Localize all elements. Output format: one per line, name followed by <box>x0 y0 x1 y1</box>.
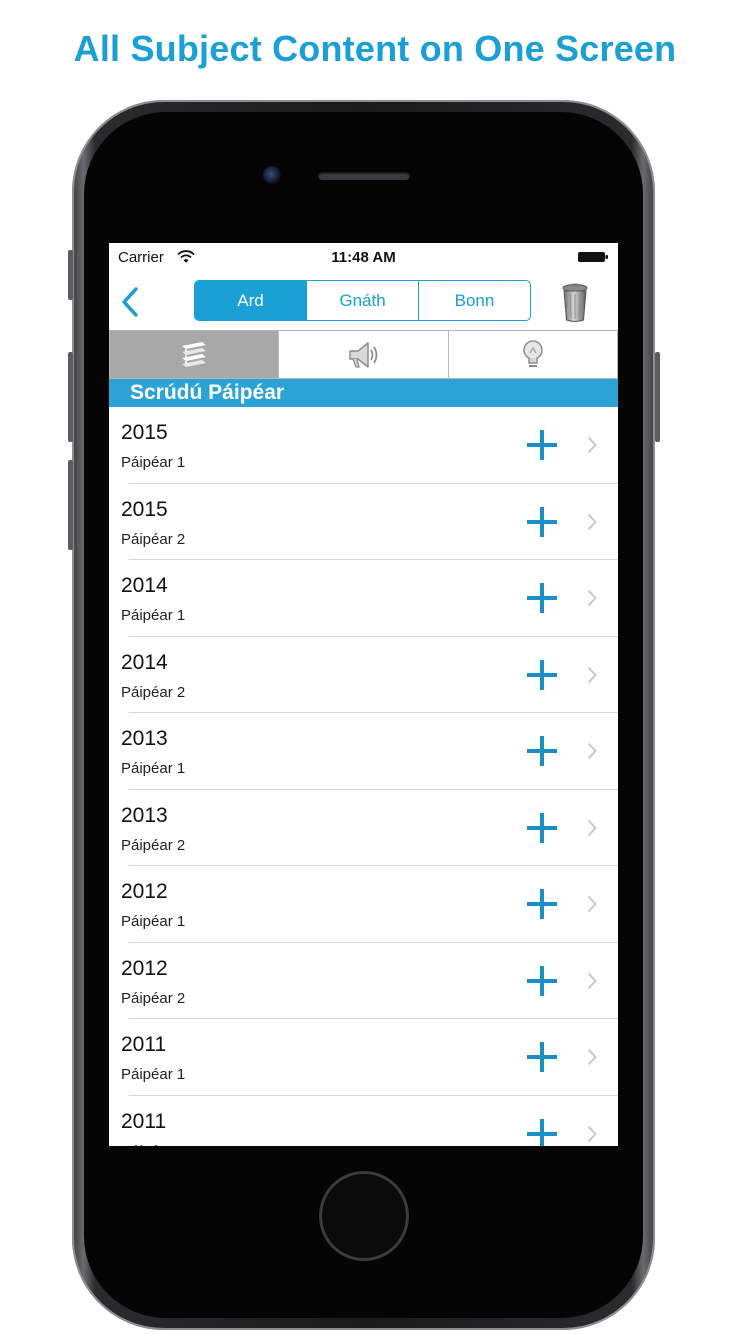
list-item[interactable]: 2015 Páipéar 2 <box>109 484 618 561</box>
row-paper: Páipéar 1 <box>121 454 186 471</box>
plus-icon[interactable] <box>526 812 558 844</box>
list-item[interactable]: 2011 Páipéar 1 <box>109 1019 618 1096</box>
row-year: 2011 <box>121 1109 167 1133</box>
row-paper: Páipéar 1 <box>121 760 186 777</box>
row-year: 2013 <box>121 727 168 750</box>
row-paper: Páipéar 1 <box>121 1066 186 1083</box>
chevron-right-icon <box>587 742 597 760</box>
row-year: 2014 <box>121 650 168 674</box>
row-year: 2015 <box>121 497 168 521</box>
plus-icon[interactable] <box>526 888 558 920</box>
list-item[interactable]: 2013 Páipéar 1 <box>109 713 618 790</box>
plus-icon[interactable] <box>526 506 558 538</box>
row-year: 2015 <box>121 421 168 444</box>
row-paper: Páipéar 2 <box>121 1143 185 1147</box>
plus-icon[interactable] <box>526 659 558 691</box>
earpiece-speaker <box>318 172 410 180</box>
status-bar: Carrier 11:48 AM <box>109 243 618 271</box>
row-year: 2013 <box>121 803 168 827</box>
plus-icon[interactable] <box>526 582 558 614</box>
list-item[interactable]: 2012 Páipéar 2 <box>109 943 618 1020</box>
mute-switch <box>68 250 73 300</box>
tab-tips[interactable] <box>447 331 617 378</box>
headline: All Subject Content on One Screen <box>73 28 677 69</box>
section-header: Scrúdú Páipéar <box>109 379 618 407</box>
row-paper: Páipéar 2 <box>121 989 186 1007</box>
segment-gnath[interactable]: Gnáth <box>306 281 418 320</box>
segment-bonn[interactable]: Bonn <box>418 281 530 320</box>
plus-icon[interactable] <box>526 965 558 997</box>
plus-icon[interactable] <box>526 735 558 767</box>
app-screen: Carrier 11:48 AM Ard Gnáth Bonn Scrúdú P… <box>109 243 618 1146</box>
status-time: 11:48 AM <box>331 249 396 266</box>
home-button[interactable] <box>319 1171 409 1261</box>
exam-paper-list: 2015 Páipéar 1 2015 Páipéar 2 2014 Páipéar 12… <box>109 407 618 1146</box>
level-segmented-control: Ard Gnáth Bonn <box>194 280 531 321</box>
chevron-right-icon <box>587 589 597 607</box>
tab-audio[interactable] <box>278 331 448 378</box>
list-item[interactable]: 2011 Páipéar 2 <box>109 1096 618 1147</box>
front-camera <box>263 166 281 184</box>
list-item[interactable]: 2012 Páipéar 1 <box>109 866 618 943</box>
chevron-right-icon <box>587 1048 597 1066</box>
row-paper: Páipéar 2 <box>121 836 186 854</box>
volume-down-button <box>68 460 73 550</box>
volume-up-button <box>68 352 73 442</box>
plus-icon[interactable] <box>526 429 558 461</box>
chevron-right-icon <box>587 972 597 989</box>
navigation-bar: Ard Gnáth Bonn <box>109 271 618 333</box>
row-year: 2011 <box>121 1033 167 1056</box>
plus-icon[interactable] <box>526 1041 558 1073</box>
lightbulb-icon <box>523 339 543 367</box>
content-tabs <box>109 330 618 379</box>
chevron-right-icon <box>587 513 597 530</box>
list-item[interactable]: 2014 Páipéar 2 <box>109 637 618 714</box>
row-paper: Páipéar 2 <box>121 683 186 701</box>
list-item[interactable]: 2014 Páipéar 1 <box>109 560 618 637</box>
battery-icon <box>578 252 608 262</box>
books-icon <box>182 341 207 367</box>
chevron-right-icon <box>587 1125 597 1142</box>
trash-icon[interactable] <box>560 283 590 323</box>
row-paper: Páipéar 1 <box>121 913 186 930</box>
row-year: 2014 <box>121 574 168 597</box>
segment-ard[interactable]: Ard <box>195 281 306 320</box>
tab-books[interactable] <box>110 331 279 378</box>
plus-icon[interactable] <box>526 1118 558 1147</box>
list-item[interactable]: 2015 Páipéar 1 <box>109 407 618 484</box>
row-paper: Páipéar 1 <box>121 607 186 624</box>
power-button <box>655 352 660 442</box>
megaphone-icon <box>349 341 378 368</box>
chevron-right-icon <box>587 819 597 836</box>
row-paper: Páipéar 2 <box>121 530 186 548</box>
row-year: 2012 <box>121 956 168 980</box>
chevron-right-icon <box>587 895 597 913</box>
chevron-left-icon[interactable] <box>119 285 141 319</box>
list-item[interactable]: 2013 Páipéar 2 <box>109 790 618 867</box>
row-year: 2012 <box>121 880 168 903</box>
chevron-right-icon <box>587 436 597 454</box>
chevron-right-icon <box>587 666 597 683</box>
